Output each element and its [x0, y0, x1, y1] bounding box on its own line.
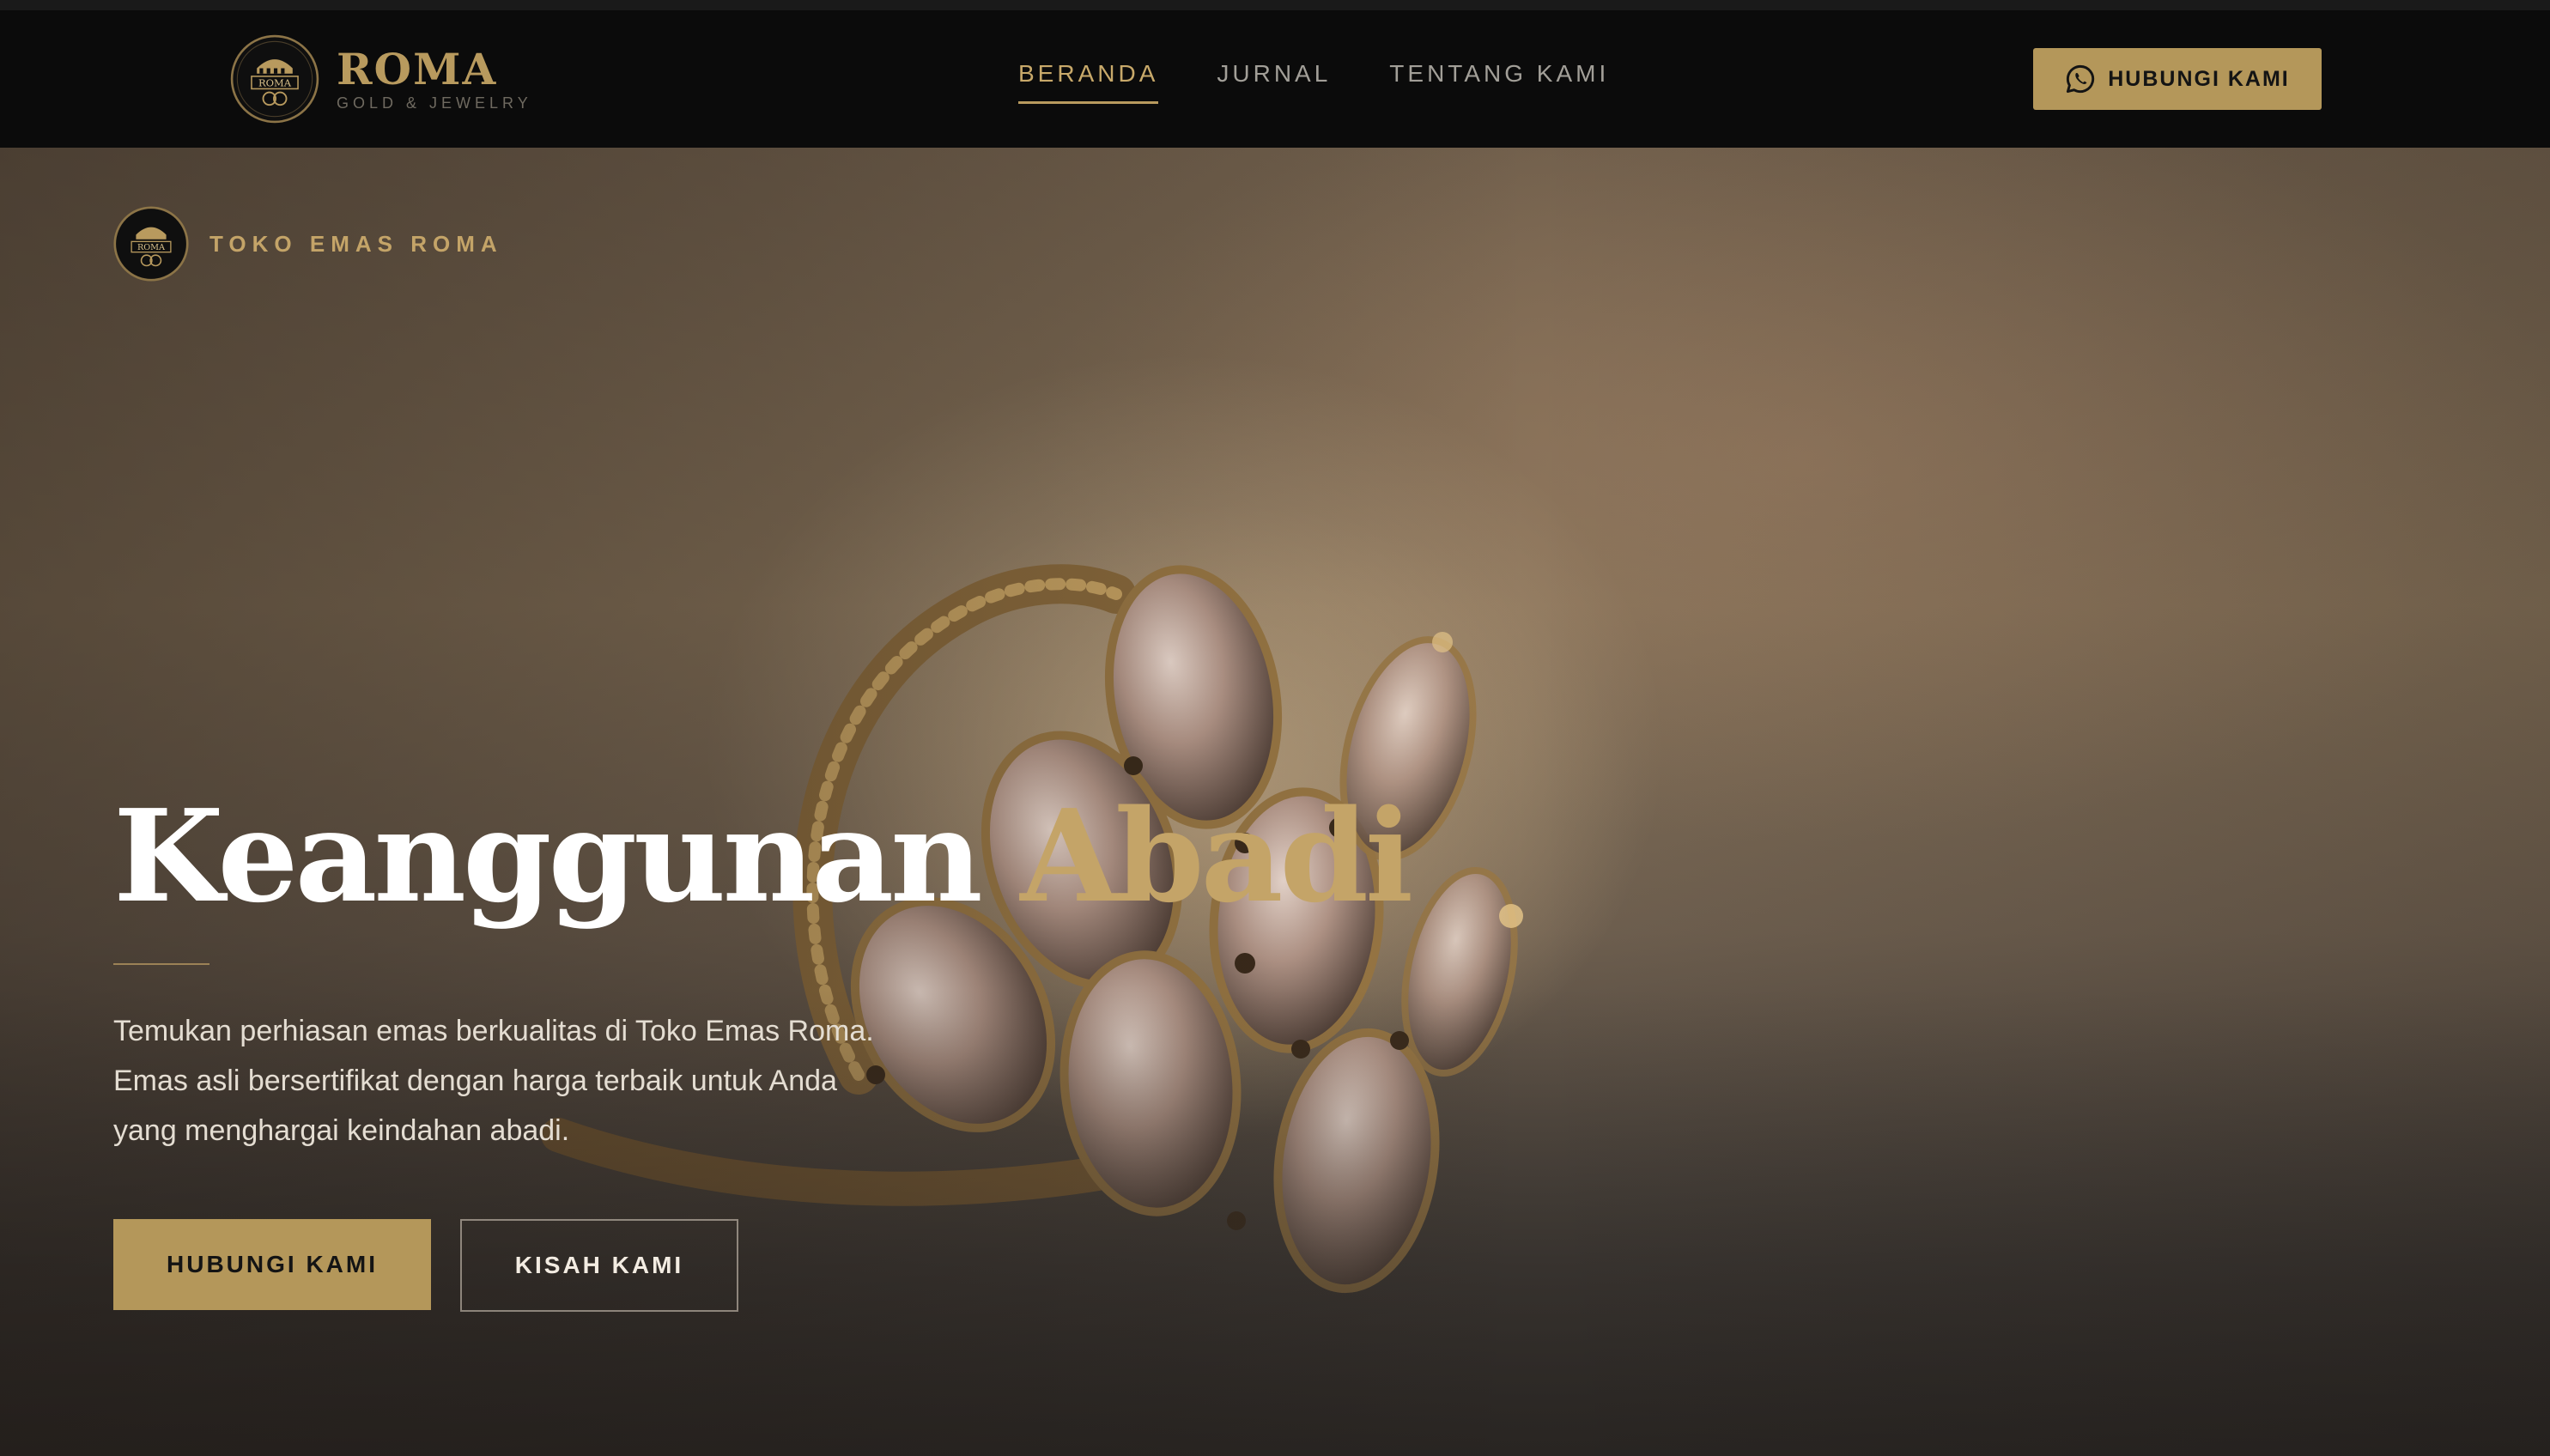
hero-divider	[113, 963, 209, 965]
site-header: ROMA ROMA GOLD & JEWELRY BERANDA JURNAL …	[0, 10, 2550, 149]
header-contact-button[interactable]: HUBUNGI KAMI	[2033, 48, 2322, 110]
roma-seal-logo-icon: ROMA	[230, 34, 319, 124]
nav-link-jurnal[interactable]: JURNAL	[1217, 60, 1331, 104]
hero-headline: Keanggunan Abadi	[113, 781, 1413, 931]
hero-eyebrow-label: TOKO EMAS ROMA	[209, 230, 503, 257]
hero-section: ROMA TOKO EMAS ROMA Keanggunan Abadi Tem…	[0, 148, 2550, 1456]
whatsapp-icon	[2067, 64, 2095, 94]
hero-headline-main: Keanggunan	[113, 781, 983, 931]
main-nav: BERANDA JURNAL TENTANG KAMI	[1018, 60, 1667, 104]
hero-story-button[interactable]: KISAH KAMI	[460, 1219, 738, 1312]
brand-name: ROMA	[337, 43, 498, 94]
hero-contact-button[interactable]: HUBUNGI KAMI	[113, 1219, 431, 1310]
brand-logo[interactable]: ROMA ROMA GOLD & JEWELRY	[230, 33, 532, 125]
roma-seal-small-icon: ROMA	[113, 206, 189, 282]
svg-text:ROMA: ROMA	[258, 76, 292, 88]
brand-tagline: GOLD & JEWELRY	[337, 94, 532, 112]
window-top-edge	[0, 0, 2550, 10]
page: ROMA ROMA GOLD & JEWELRY BERANDA JURNAL …	[0, 0, 2550, 1456]
nav-link-tentang-kami[interactable]: TENTANG KAMI	[1389, 60, 1609, 104]
brand-text: ROMA GOLD & JEWELRY	[337, 46, 532, 112]
header-contact-label: HUBUNGI KAMI	[2108, 66, 2290, 91]
svg-text:ROMA: ROMA	[137, 243, 166, 252]
hero-eyebrow: ROMA TOKO EMAS ROMA	[113, 206, 503, 282]
hero-description: Temukan perhiasan emas berkualitas di To…	[113, 1015, 874, 1147]
hero-headline-accent: Abadi	[1020, 781, 1413, 931]
nav-link-beranda[interactable]: BERANDA	[1018, 60, 1159, 104]
